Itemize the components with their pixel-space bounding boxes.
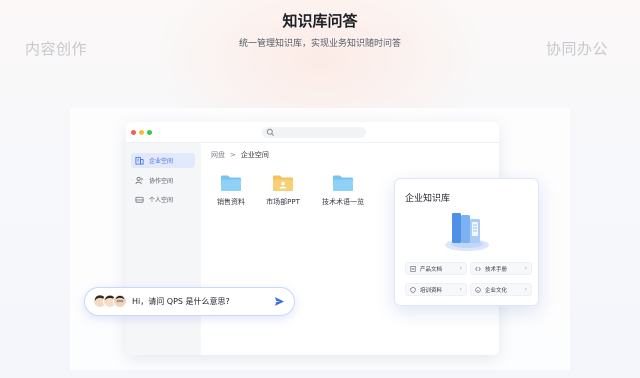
kb-item-label: 产品文档 bbox=[420, 266, 443, 273]
drive-icon bbox=[135, 196, 144, 203]
breadcrumb-current: 企业空间 bbox=[240, 151, 269, 159]
page-subtitle: 统一管理知识库，实现业务知识随时问答 bbox=[238, 39, 401, 49]
kb-item-label: 培训资料 bbox=[420, 287, 443, 294]
shield-icon bbox=[410, 286, 416, 293]
sidebar-item-label: 个人空间 bbox=[149, 197, 174, 204]
folder-label: 市场部PPT bbox=[266, 198, 300, 206]
breadcrumb-separator: > bbox=[230, 151, 236, 159]
folder-icon bbox=[221, 175, 241, 191]
chevron-right-icon: › bbox=[459, 265, 462, 272]
breadcrumb-root[interactable]: 网盘 bbox=[211, 150, 225, 160]
chevron-right-icon: › bbox=[524, 265, 527, 272]
folder-icon bbox=[333, 175, 353, 191]
folder-sales-materials[interactable]: 销售资料 bbox=[206, 174, 256, 207]
chevron-right-icon: › bbox=[459, 286, 462, 293]
sidebar-item-collab-space[interactable]: 协作空间 bbox=[131, 173, 195, 188]
avatar bbox=[113, 294, 127, 308]
knowledge-books-illustration bbox=[445, 213, 489, 251]
folder-tech-glossary[interactable]: 技术术语一览 bbox=[318, 174, 368, 207]
shared-folder-icon bbox=[273, 175, 293, 191]
kb-item-training-materials[interactable]: 培训资料 › bbox=[405, 283, 467, 296]
knowledge-base-title: 企业知识库 bbox=[405, 194, 451, 204]
chevron-right-icon: › bbox=[524, 286, 527, 293]
kb-item-product-docs[interactable]: 产品文档 › bbox=[405, 262, 467, 275]
folder-label: 技术术语一览 bbox=[322, 198, 364, 206]
sidebar-item-enterprise-space[interactable]: 企业空间 bbox=[131, 153, 195, 168]
people-icon bbox=[135, 176, 143, 185]
sidebar-item-label: 企业空间 bbox=[149, 158, 174, 165]
chat-message: Hi，请问 QPS 是什么意思? bbox=[132, 297, 230, 306]
window-titlebar bbox=[126, 122, 499, 143]
minimize-window-dot[interactable] bbox=[139, 130, 144, 135]
smile-icon bbox=[475, 286, 481, 293]
code-icon bbox=[475, 266, 481, 271]
knowledge-base-card: 企业知识库 产品文档 › 技术手册 › 培训资料 › 企业文化 › bbox=[394, 178, 539, 306]
sidebar: 企业空间 协作空间 个人空间 bbox=[126, 143, 201, 355]
send-icon[interactable] bbox=[274, 296, 285, 307]
maximize-window-dot[interactable] bbox=[147, 130, 152, 135]
building-icon bbox=[135, 156, 144, 165]
kb-item-tech-manual[interactable]: 技术手册 › bbox=[470, 262, 532, 275]
chat-bubble[interactable]: Hi，请问 QPS 是什么意思? bbox=[84, 287, 295, 316]
document-icon bbox=[410, 265, 416, 272]
breadcrumb: 网盘 > 企业空间 bbox=[211, 150, 269, 160]
kb-item-label: 企业文化 bbox=[485, 287, 508, 294]
close-window-dot[interactable] bbox=[131, 130, 136, 135]
page-title: 知识库问答 bbox=[282, 12, 358, 30]
folder-label: 销售资料 bbox=[217, 198, 245, 206]
search-icon bbox=[266, 128, 275, 137]
folder-marketing-ppt[interactable]: 市场部PPT bbox=[258, 174, 308, 207]
kb-item-company-culture[interactable]: 企业文化 › bbox=[470, 283, 532, 296]
kb-item-label: 技术手册 bbox=[485, 266, 508, 273]
search-input[interactable] bbox=[262, 127, 366, 138]
sidebar-item-personal-space[interactable]: 个人空间 bbox=[131, 192, 195, 207]
sidebar-item-label: 协作空间 bbox=[149, 178, 174, 185]
